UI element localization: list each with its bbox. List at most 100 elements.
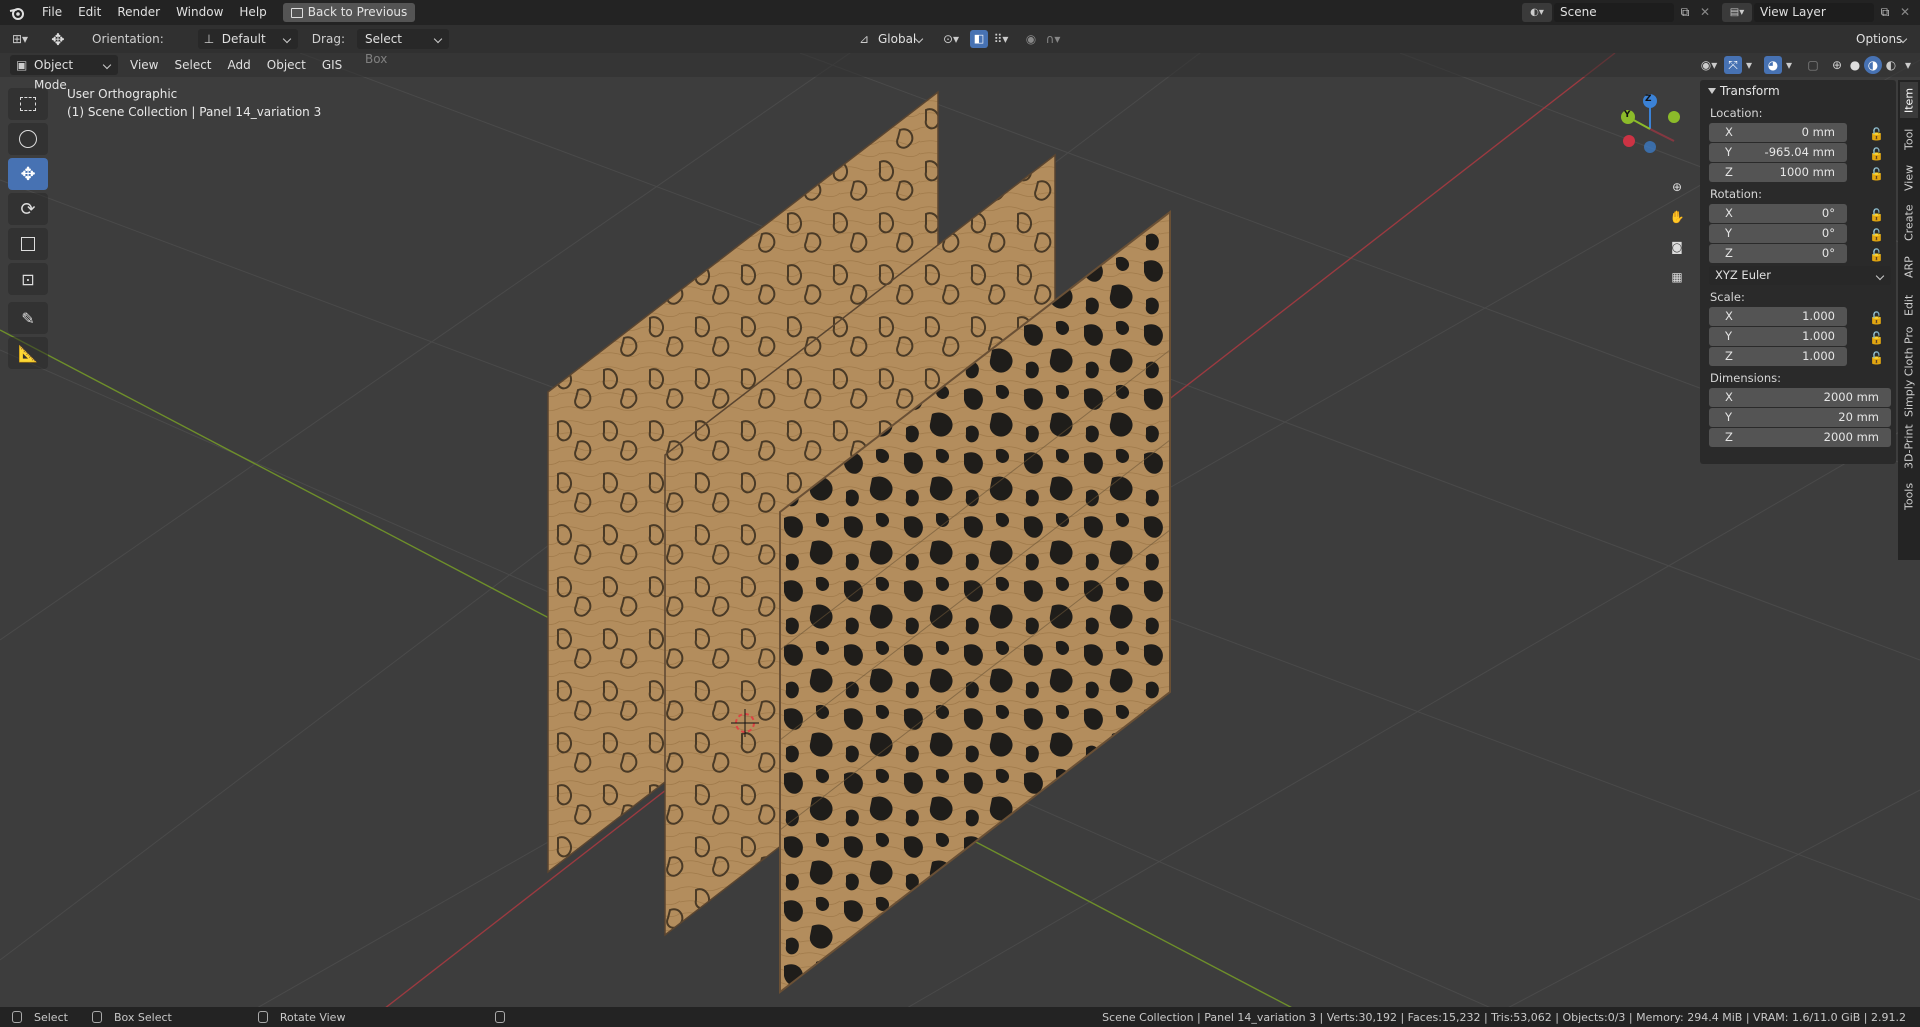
rotation-z-field[interactable]: Z 0° bbox=[1709, 244, 1847, 263]
scene-icon[interactable]: ◐▾ bbox=[1522, 3, 1552, 22]
object-mode-icon: ▣ bbox=[16, 58, 28, 72]
orientation-dropdown[interactable]: ⊥ Default bbox=[197, 29, 298, 49]
scale-y-field[interactable]: Y 1.000 bbox=[1709, 327, 1847, 346]
editor-type-icon[interactable]: ⊞▾ bbox=[0, 32, 40, 46]
mode-dropdown[interactable]: ▣ Object Mode bbox=[10, 55, 118, 92]
material-shading-icon[interactable]: ◑ bbox=[1864, 56, 1882, 74]
xray-icon[interactable]: ▢ bbox=[1802, 58, 1824, 72]
location-x-field[interactable]: X 0 mm bbox=[1709, 123, 1847, 142]
measure-tool-icon[interactable]: 📐 bbox=[8, 337, 48, 369]
delete-view-layer-icon[interactable]: ✕ bbox=[1896, 3, 1914, 22]
rotation-mode-value: XYZ Euler bbox=[1715, 268, 1771, 282]
falloff-icon[interactable]: ∩▾ bbox=[1040, 32, 1066, 46]
transform-orientation-dropdown[interactable]: ⊿ Global bbox=[854, 29, 930, 49]
gizmo-toggle-icon[interactable]: ⤧ bbox=[1724, 56, 1742, 74]
viewport-menu-view[interactable]: View bbox=[122, 53, 166, 78]
cursor-tool-icon[interactable] bbox=[8, 123, 48, 155]
tab-3d-print[interactable]: 3D-Print bbox=[1900, 422, 1918, 472]
blender-logo-icon[interactable] bbox=[0, 0, 34, 25]
scale-tool-icon[interactable] bbox=[8, 228, 48, 260]
lock-icon[interactable]: 🔓 bbox=[1869, 167, 1884, 181]
move-tool-button-icon[interactable]: ✥ bbox=[8, 158, 48, 190]
menu-window[interactable]: Window bbox=[168, 0, 231, 25]
dimensions-y-field[interactable]: Y 20 mm bbox=[1709, 408, 1891, 427]
transform-panel-header[interactable]: Transform bbox=[1700, 80, 1896, 102]
menu-help[interactable]: Help bbox=[231, 0, 274, 25]
viewport-menu-gis[interactable]: GIS bbox=[314, 53, 350, 78]
view-layer-field[interactable]: View Layer bbox=[1754, 3, 1874, 22]
view-layer-icon[interactable]: ▤▾ bbox=[1722, 3, 1752, 22]
solid-shading-icon[interactable]: ● bbox=[1846, 58, 1864, 72]
proportional-edit-icon[interactable]: ◉ bbox=[1022, 32, 1040, 46]
rendered-shading-icon[interactable]: ◐ bbox=[1882, 58, 1900, 72]
tab-tools[interactable]: Tools bbox=[1900, 476, 1918, 516]
lock-icon[interactable]: 🔓 bbox=[1869, 351, 1884, 365]
overlays-dropdown-icon[interactable]: ▾ bbox=[1782, 58, 1796, 72]
gizmo-dropdown-icon[interactable]: ▾ bbox=[1742, 58, 1756, 72]
dimensions-x-field[interactable]: X 2000 mm bbox=[1709, 388, 1891, 407]
pivot-point-icon[interactable]: ⊙▾ bbox=[936, 32, 966, 46]
viewport-menu-select[interactable]: Select bbox=[166, 53, 219, 78]
tab-edit[interactable]: Edit bbox=[1900, 288, 1918, 322]
lock-icon[interactable]: 🔓 bbox=[1869, 127, 1884, 141]
rotation-y-field[interactable]: Y 0° bbox=[1709, 224, 1847, 243]
sidebar-panel: Transform Location: X0 mm 🔓 Y -965.04 mm 🔓 … bbox=[1700, 80, 1896, 464]
navigation-gizmo[interactable]: Z Y bbox=[1612, 91, 1688, 167]
menu-render[interactable]: Render bbox=[109, 0, 168, 25]
dimensions-y-value: 20 mm bbox=[1838, 410, 1879, 424]
view-layer-selector[interactable]: ▤▾ View Layer ⧉ ✕ bbox=[1722, 3, 1914, 22]
new-scene-icon[interactable]: ⧉ bbox=[1676, 3, 1694, 22]
pan-hand-icon[interactable]: ✋ bbox=[1663, 203, 1691, 231]
rotate-tool-icon[interactable]: ⟳ bbox=[8, 193, 48, 225]
tab-simply-cloth-pro[interactable]: Simply Cloth Pro bbox=[1900, 326, 1918, 418]
3d-viewport[interactable]: User Orthographic (1) Scene Collection |… bbox=[0, 53, 1920, 1012]
zoom-icon[interactable]: ⊕ bbox=[1663, 173, 1691, 201]
delete-scene-icon[interactable]: ✕ bbox=[1696, 3, 1714, 22]
tab-tool[interactable]: Tool bbox=[1900, 122, 1918, 156]
move-tool-icon[interactable]: ✥ bbox=[40, 30, 76, 49]
lock-icon[interactable]: 🔓 bbox=[1869, 248, 1884, 262]
lock-icon[interactable]: 🔓 bbox=[1869, 228, 1884, 242]
lock-icon[interactable]: 🔓 bbox=[1869, 208, 1884, 222]
visibility-icon[interactable]: ◉▾ bbox=[1694, 58, 1724, 72]
snap-target-icon[interactable]: ⠿▾ bbox=[988, 32, 1014, 46]
select-box-tool-icon[interactable] bbox=[8, 88, 48, 120]
location-z-field[interactable]: Z 1000 mm bbox=[1709, 163, 1847, 182]
perspective-toggle-icon[interactable]: ▦ bbox=[1663, 263, 1691, 291]
transform-tool-icon[interactable]: ⊡ bbox=[8, 263, 48, 295]
wireframe-shading-icon[interactable]: ⊕ bbox=[1828, 58, 1846, 72]
back-to-previous-button[interactable]: Back to Previous bbox=[282, 3, 416, 22]
viewport-menu-object[interactable]: Object bbox=[259, 53, 314, 78]
menu-edit[interactable]: Edit bbox=[70, 0, 109, 25]
snap-toggle-icon[interactable]: ◧ bbox=[969, 30, 988, 48]
tab-item[interactable]: Item bbox=[1900, 82, 1918, 118]
scale-x-field[interactable]: X 1.000 bbox=[1709, 307, 1847, 326]
drag-dropdown[interactable]: Select Box bbox=[356, 29, 449, 66]
options-dropdown[interactable]: Options bbox=[1848, 29, 1914, 49]
tab-arp[interactable]: ARP bbox=[1900, 250, 1918, 284]
lock-icon[interactable]: 🔓 bbox=[1869, 311, 1884, 325]
tab-view[interactable]: View bbox=[1900, 160, 1918, 196]
scale-z-field[interactable]: Z 1.000 bbox=[1709, 347, 1847, 366]
scene-selector[interactable]: ◐▾ Scene ⧉ ✕ bbox=[1522, 3, 1714, 22]
axis-label: Y bbox=[1725, 145, 1733, 159]
new-view-layer-icon[interactable]: ⧉ bbox=[1876, 3, 1894, 22]
location-y-field[interactable]: Y -965.04 mm bbox=[1709, 143, 1847, 162]
mouse-left-icon bbox=[12, 1011, 22, 1023]
scene-name-field[interactable]: Scene bbox=[1554, 3, 1674, 22]
viewport-menu-add[interactable]: Add bbox=[220, 53, 259, 78]
annotate-tool-icon[interactable]: ✎ bbox=[8, 302, 48, 334]
camera-view-icon[interactable]: ◙ bbox=[1663, 233, 1691, 261]
dimensions-z-field[interactable]: Z 2000 mm bbox=[1709, 428, 1891, 447]
rotation-x-field[interactable]: X 0° bbox=[1709, 204, 1847, 223]
menu-file[interactable]: File bbox=[34, 0, 70, 25]
rotation-x-row: X 0° 🔓 bbox=[1709, 204, 1896, 223]
rotation-mode-dropdown[interactable]: XYZ Euler bbox=[1709, 266, 1891, 285]
tab-create[interactable]: Create bbox=[1900, 200, 1918, 246]
rotation-z-row: Z 0° 🔓 bbox=[1709, 244, 1896, 263]
overlays-toggle-icon[interactable]: ◕ bbox=[1764, 56, 1782, 74]
lock-icon[interactable]: 🔓 bbox=[1869, 331, 1884, 345]
shading-dropdown-icon[interactable]: ▾ bbox=[1900, 58, 1916, 72]
lock-icon[interactable]: 🔓 bbox=[1869, 147, 1884, 161]
rotation-label: Rotation: bbox=[1710, 187, 1762, 201]
